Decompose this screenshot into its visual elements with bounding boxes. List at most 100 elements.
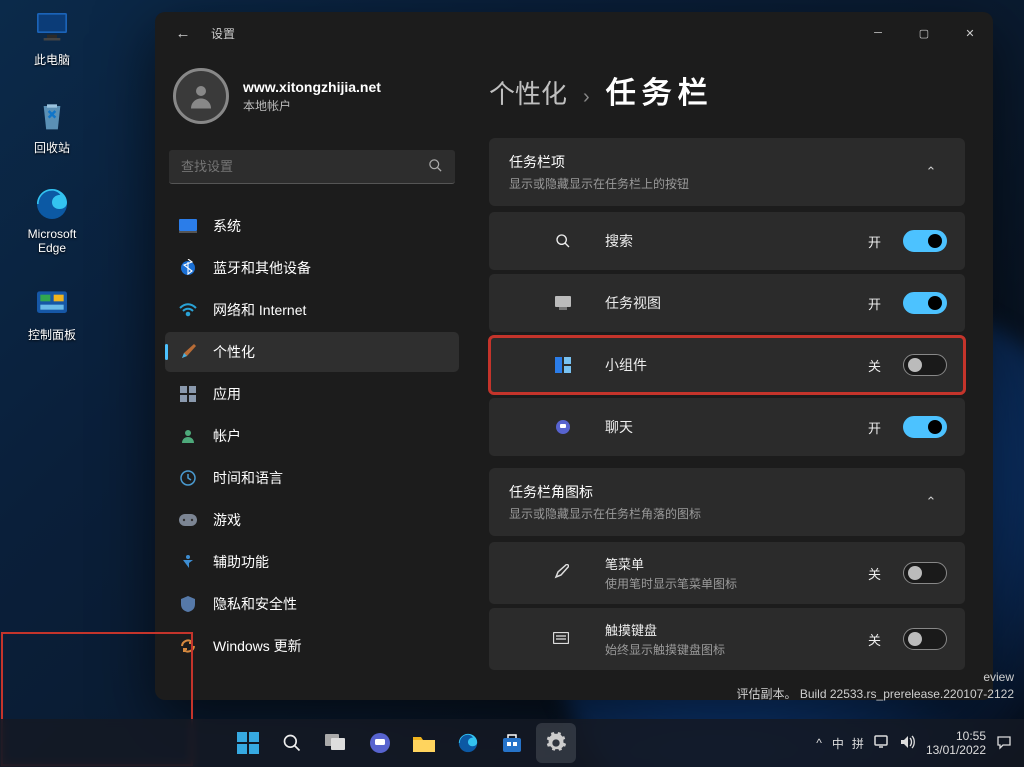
breadcrumb: 个性化 › 任务栏 [489,68,965,112]
windows-icon [237,732,259,754]
edge-icon [457,732,479,754]
row-widgets[interactable]: 小组件 关 [489,336,965,394]
user-type: 本地帐户 [243,97,381,114]
content-pane: 个性化 › 任务栏 任务栏项 显示或隐藏显示在任务栏上的按钮 ⌃ 搜索 开 [465,54,993,700]
chevron-right-icon: › [583,86,590,109]
sidebar: www.xitongzhijia.net 本地帐户 系统 蓝牙和其他设备 [155,54,465,700]
shield-icon [179,595,197,613]
row-taskview[interactable]: 任务视图 开 [489,274,965,332]
toggle-widgets[interactable] [903,354,947,376]
start-button[interactable] [228,723,268,763]
desktop-this-pc[interactable]: 此电脑 [12,4,92,72]
taskview-icon [553,296,573,310]
back-button[interactable]: ← [155,25,211,42]
taskbar-chat[interactable] [360,723,400,763]
nav-apps[interactable]: 应用 [165,374,459,414]
avatar [173,68,229,124]
taskview-icon [325,734,347,752]
gaming-icon [179,511,197,529]
desktop-recycle-bin[interactable]: 回收站 [12,92,92,160]
nav-bluetooth[interactable]: 蓝牙和其他设备 [165,248,459,288]
user-name: www.xitongzhijia.net [243,79,381,95]
nav-accessibility[interactable]: 辅助功能 [165,542,459,582]
nav-privacy[interactable]: 隐私和安全性 [165,584,459,624]
edge-icon [32,184,72,224]
watermark: eview 评估副本。 Build 22533.rs_prerelease.22… [737,669,1015,703]
close-button[interactable]: ✕ [947,12,993,54]
store-icon [501,732,523,754]
search-input[interactable] [181,159,428,174]
network-tray-icon[interactable] [874,735,890,752]
bluetooth-icon [179,259,197,277]
monitor-icon [32,8,72,48]
desktop-control-panel[interactable]: 控制面板 [12,279,92,347]
user-block[interactable]: www.xitongzhijia.net 本地帐户 [165,62,459,146]
section-corner-icons: 任务栏角图标 显示或隐藏显示在任务栏角落的图标 ⌃ [489,468,965,536]
crumb-parent[interactable]: 个性化 [489,74,567,111]
clock-lang-icon [179,469,197,487]
crumb-current: 任务栏 [606,68,714,112]
nav-network[interactable]: 网络和 Internet [165,290,459,330]
nav-accounts[interactable]: 帐户 [165,416,459,456]
row-search[interactable]: 搜索 开 [489,212,965,270]
widgets-icon [553,357,573,373]
ime-indicator[interactable]: 中 拼 [832,735,864,752]
nav: 系统 蓝牙和其他设备 网络和 Internet 个性化 应用 [165,206,459,666]
desktop-icons: 此电脑 回收站 Microsoft Edge 控制面板 [12,4,92,347]
taskbar-settings[interactable] [536,723,576,763]
wifi-icon [179,301,197,319]
toggle-search[interactable] [903,230,947,252]
desktop-edge[interactable]: Microsoft Edge [12,180,92,259]
control-panel-icon [32,283,72,323]
taskbar-explorer[interactable] [404,723,444,763]
nav-time-language[interactable]: 时间和语言 [165,458,459,498]
titlebar: ← 设置 ─ ▢ ✕ [155,12,993,54]
account-icon [179,427,197,445]
search-icon [553,233,573,249]
volume-tray-icon[interactable] [900,735,916,752]
clock[interactable]: 10:55 13/01/2022 [926,729,986,758]
row-touch-keyboard[interactable]: 触摸键盘 始终显示触摸键盘图标 关 [489,608,965,670]
section-taskbar-items: 任务栏项 显示或隐藏显示在任务栏上的按钮 ⌃ [489,138,965,206]
taskbar: ^ 中 拼 10:55 13/01/2022 [0,719,1024,767]
minimize-button[interactable]: ─ [855,12,901,54]
gear-icon [545,732,567,754]
section-head-corner[interactable]: 任务栏角图标 显示或隐藏显示在任务栏角落的图标 ⌃ [489,468,965,536]
section-head-items[interactable]: 任务栏项 显示或隐藏显示在任务栏上的按钮 ⌃ [489,138,965,206]
system-icon [179,217,197,235]
toggle-taskview[interactable] [903,292,947,314]
brush-icon [179,343,197,361]
chat-icon [553,419,573,435]
nav-personalization[interactable]: 个性化 [165,332,459,372]
toggle-chat[interactable] [903,416,947,438]
search-icon [282,733,302,753]
nav-windows-update[interactable]: Windows 更新 [165,626,459,666]
nav-system[interactable]: 系统 [165,206,459,246]
toggle-touch-keyboard[interactable] [903,628,947,650]
folder-icon [413,734,435,752]
maximize-button[interactable]: ▢ [901,12,947,54]
accessibility-icon [179,553,197,571]
person-icon [186,81,216,111]
window-title: 设置 [211,25,235,42]
apps-icon [179,385,197,403]
chat-icon [369,732,391,754]
settings-window: ← 设置 ─ ▢ ✕ www.xitongzhijia.net 本地帐户 [155,12,993,700]
taskbar-edge[interactable] [448,723,488,763]
pen-icon [553,564,569,583]
nav-gaming[interactable]: 游戏 [165,500,459,540]
taskbar-taskview[interactable] [316,723,356,763]
search-box[interactable] [169,150,455,184]
recycle-icon [32,96,72,136]
keyboard-icon [553,632,569,647]
row-pen-menu[interactable]: 笔菜单 使用笔时显示笔菜单图标 关 [489,542,965,604]
row-chat[interactable]: 聊天 开 [489,398,965,456]
notifications-icon[interactable] [996,734,1012,753]
chevron-up-icon: ⌃ [917,488,945,516]
chevron-up-icon: ⌃ [917,158,945,186]
search-icon [428,158,443,176]
tray-chevron[interactable]: ^ [816,736,822,750]
taskbar-store[interactable] [492,723,532,763]
toggle-pen-menu[interactable] [903,562,947,584]
taskbar-search[interactable] [272,723,312,763]
